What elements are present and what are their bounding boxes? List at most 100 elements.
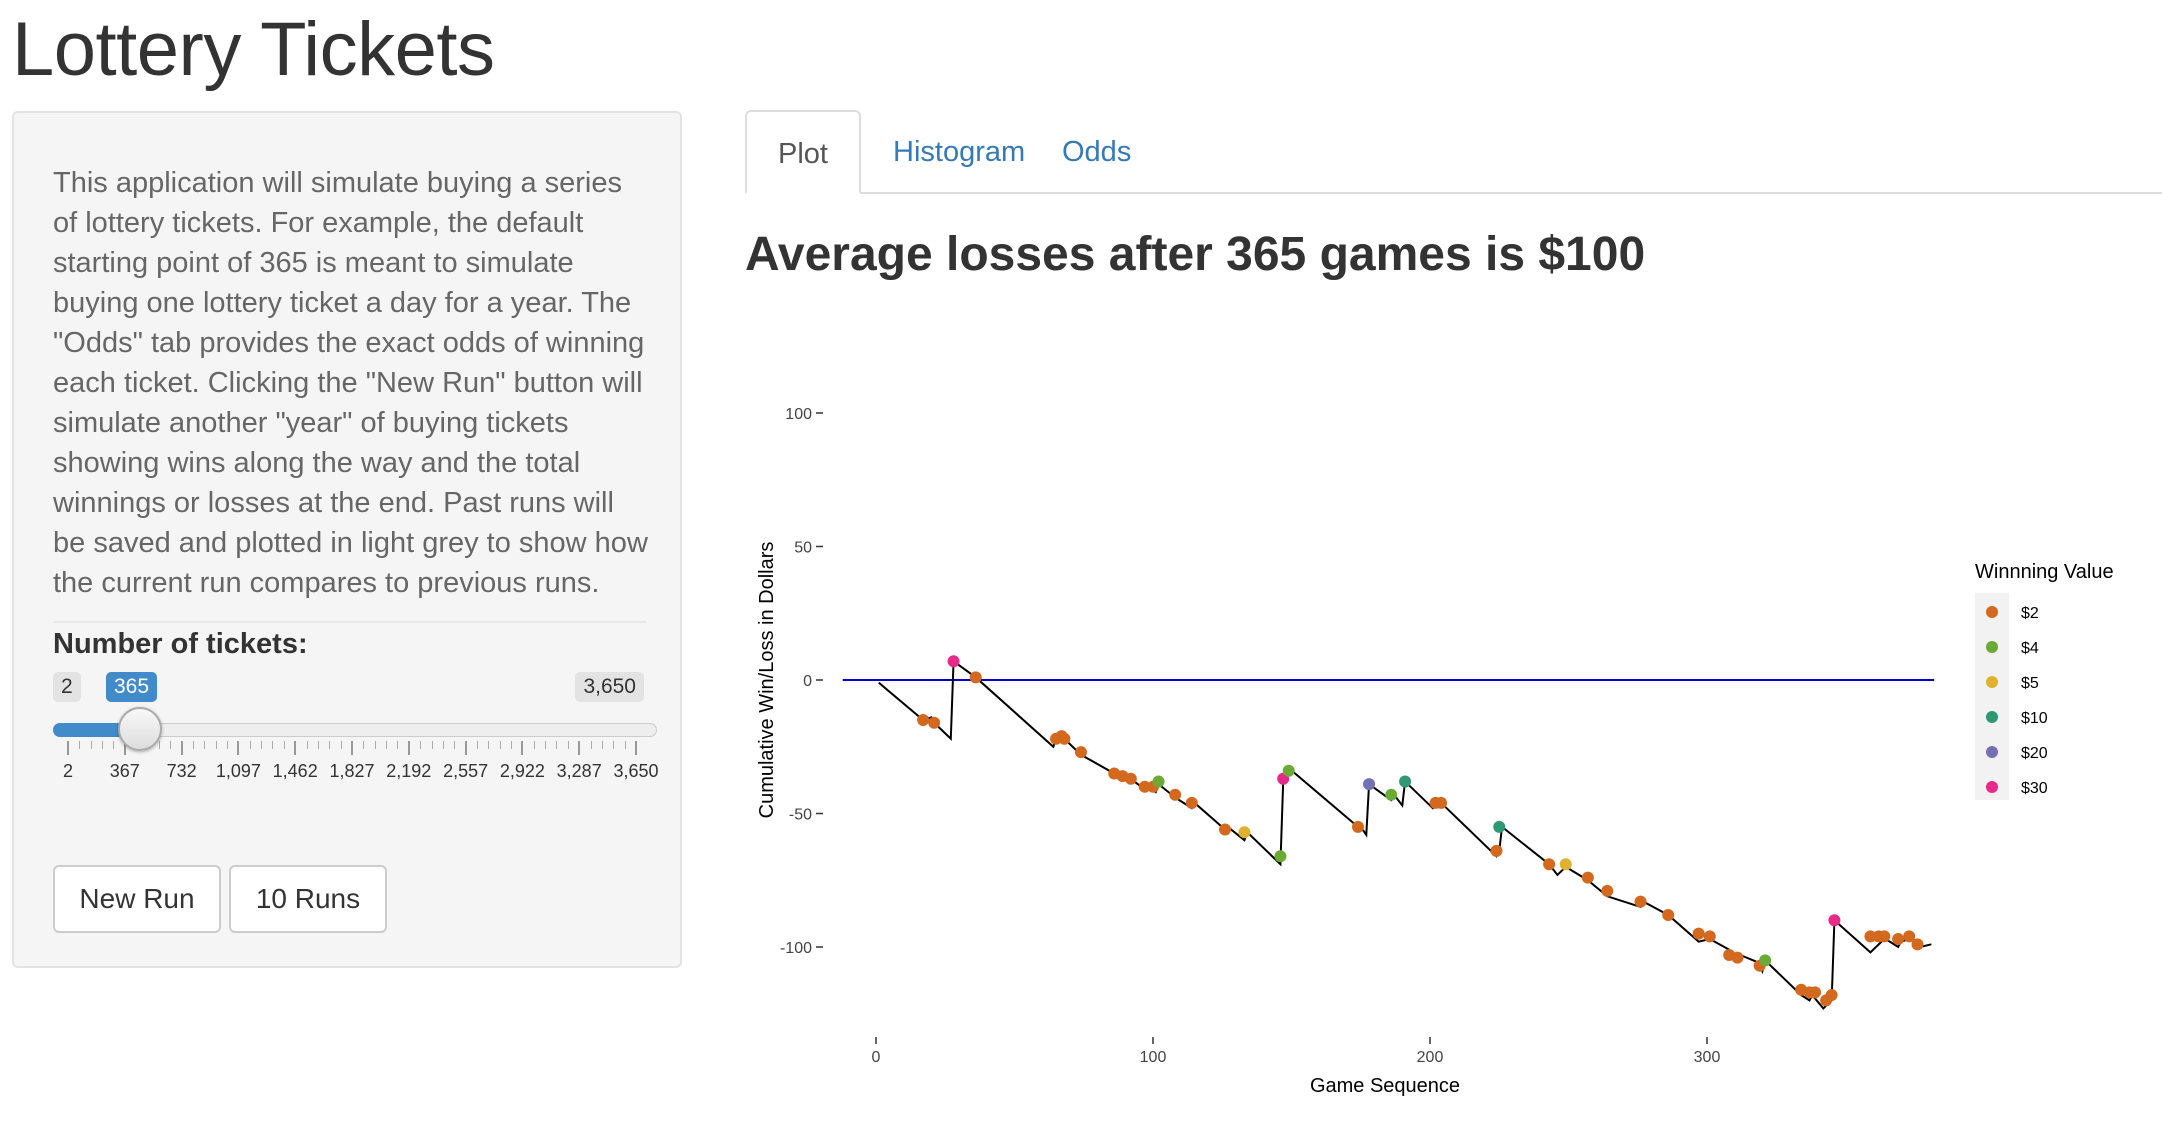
win-point	[1490, 844, 1503, 857]
win-point	[1058, 732, 1071, 745]
win-point	[1493, 820, 1506, 833]
win-point	[1809, 986, 1822, 999]
win-point	[1559, 858, 1572, 871]
win-point	[947, 655, 960, 668]
slider-minor-tick	[170, 741, 172, 749]
slider-tick	[521, 741, 524, 755]
win-point	[1385, 788, 1398, 801]
y-axis-label: Cumulative Win/Loss in Dollars	[756, 542, 778, 819]
cumulative-win-loss-chart: 100 50 0 -50 -100 0 100 200 300 Cumulative Win/…	[756, 406, 2114, 1097]
slider-minor-tick	[442, 741, 444, 749]
slider-minor-tick	[374, 741, 376, 749]
slider-minor-tick	[306, 741, 308, 749]
slider-minor-tick	[624, 741, 626, 749]
slider-minor-tick	[511, 741, 513, 749]
legend-swatch	[1986, 606, 1998, 618]
slider-max-label: 3,650	[575, 672, 644, 702]
slider-tick	[464, 741, 467, 755]
new-run-button[interactable]: New Run	[53, 865, 221, 933]
win-point	[1581, 871, 1594, 884]
legend-label: $10	[2021, 710, 2048, 727]
divider	[53, 621, 647, 623]
y-tick-label: 0	[803, 673, 812, 690]
x-tick-label: 100	[1140, 1049, 1167, 1066]
win-point	[1911, 938, 1924, 951]
slider-tick	[407, 741, 410, 755]
slider-label: Number of tickets:	[53, 628, 308, 660]
y-tick-label: -50	[789, 807, 812, 824]
win-point	[1219, 823, 1232, 836]
slider-minor-tick	[613, 741, 615, 749]
slider-tick	[294, 741, 297, 755]
slider-minor-tick	[556, 741, 558, 749]
slider-minor-tick	[261, 741, 263, 749]
tab-odds[interactable]: Odds	[1031, 110, 1162, 194]
legend-label: $5	[2021, 675, 2039, 692]
win-point	[1169, 788, 1182, 801]
slider-value-label: 365	[106, 672, 158, 702]
slider-tick	[67, 741, 69, 755]
slider-minor-tick	[454, 741, 456, 749]
slider-minor-tick	[488, 741, 490, 749]
win-point	[1074, 746, 1087, 759]
slider-minor-tick	[79, 741, 81, 749]
legend-key-background	[1975, 593, 2009, 800]
tab-histogram[interactable]: Histogram	[862, 110, 1056, 194]
y-tick-label: -100	[780, 940, 812, 957]
legend-title: Winnning Value	[1975, 561, 2114, 583]
legend-swatch	[1986, 641, 1998, 653]
legend: Winnning Value $2 $4 $5 $10 $20 $30	[1975, 561, 2114, 800]
app-title: Lottery Tickets	[12, 7, 495, 92]
win-point	[1282, 764, 1295, 777]
slider-minor-tick	[590, 741, 592, 749]
win-point	[1825, 989, 1838, 1002]
slider-tick-label: 367	[109, 761, 140, 781]
slider-tick	[635, 741, 637, 755]
legend-label: $20	[2021, 745, 2048, 762]
win-point	[1185, 796, 1198, 809]
win-point	[1351, 820, 1364, 833]
win-point	[1662, 908, 1675, 921]
tab-plot[interactable]: Plot	[745, 110, 861, 194]
slider-minor-tick	[499, 741, 501, 749]
slider-minor-tick	[340, 741, 342, 749]
y-tick-label: 50	[794, 540, 812, 557]
slider-minor-tick	[317, 741, 319, 749]
win-point	[1634, 895, 1647, 908]
slider-tick-label: 3,287	[556, 761, 602, 781]
win-point	[1692, 927, 1705, 940]
slider-minor-tick	[431, 741, 433, 749]
win-point	[1601, 884, 1614, 897]
win-point	[1238, 826, 1251, 839]
slider-minor-tick	[420, 741, 422, 749]
slider-minor-tick	[192, 741, 194, 749]
slider-minor-tick	[533, 741, 535, 749]
win-point	[1731, 951, 1744, 964]
slider-minor-tick	[272, 741, 274, 749]
app-description: This application will simulate buying a …	[53, 167, 648, 599]
y-axis: 100 50 0 -50 -100	[780, 406, 823, 957]
win-point	[1399, 775, 1412, 788]
legend-label: $30	[2021, 780, 2048, 797]
win-point	[1363, 778, 1376, 791]
legend-swatch	[1986, 746, 1998, 758]
sidebar-panel: This application will simulate buying a …	[12, 111, 682, 968]
win-point	[1892, 932, 1905, 945]
slider-tick-label: 2	[62, 761, 74, 781]
slider-tick	[351, 741, 353, 755]
win-point	[1828, 914, 1841, 927]
slider-handle[interactable]	[118, 707, 162, 751]
x-tick-label: 0	[872, 1049, 881, 1066]
win-point	[1703, 930, 1716, 943]
win-point	[1152, 775, 1165, 788]
x-tick-label: 200	[1417, 1049, 1444, 1066]
legend-swatch	[1986, 781, 1998, 793]
slider-minor-tick	[215, 741, 217, 749]
slider-minor-tick	[567, 741, 569, 749]
slider-minor-tick	[204, 741, 206, 749]
slider-minor-tick	[363, 741, 365, 749]
slider-tick-label: 1,097	[215, 761, 261, 781]
win-point	[1878, 930, 1891, 943]
y-tick-label: 100	[785, 406, 812, 423]
ten-runs-button[interactable]: 10 Runs	[229, 865, 387, 933]
